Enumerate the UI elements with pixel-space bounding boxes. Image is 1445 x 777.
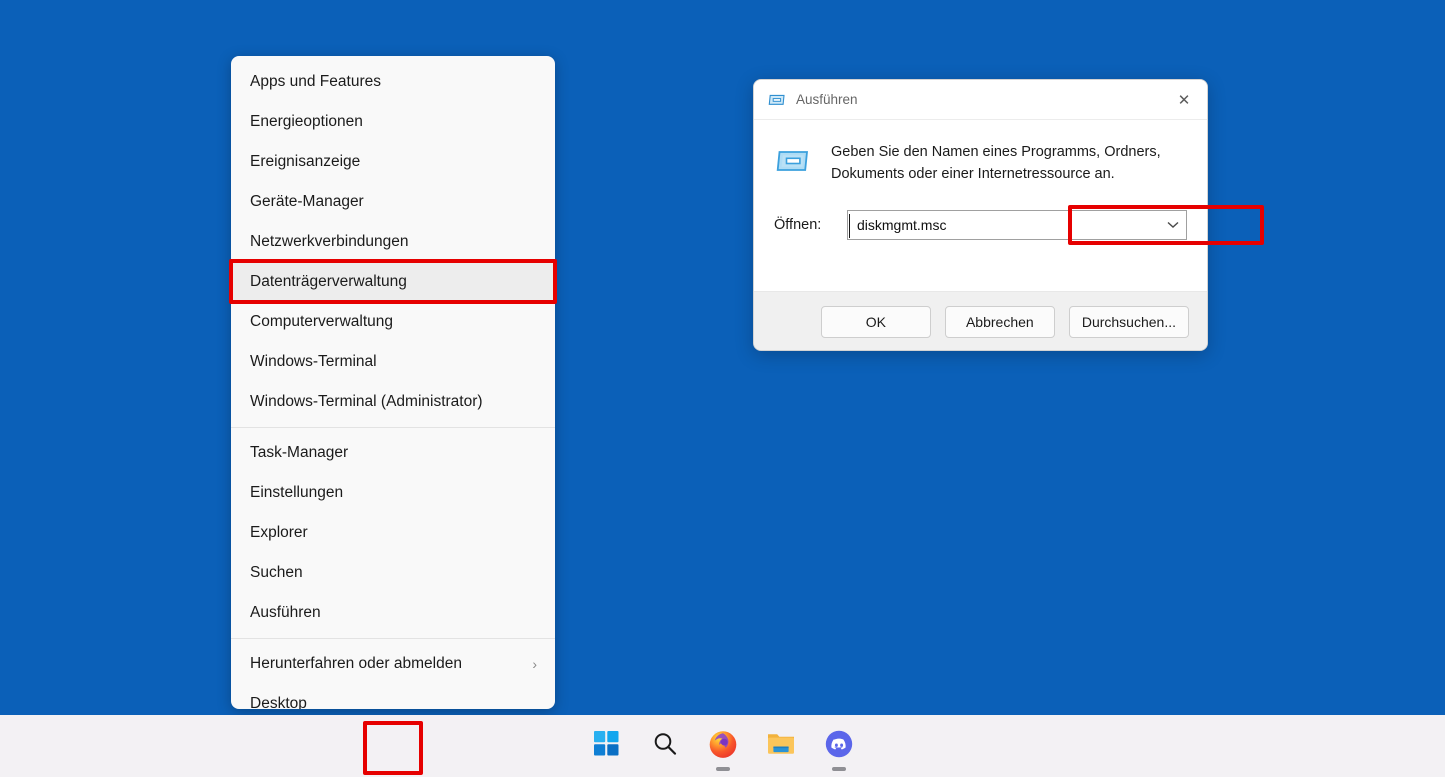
menu-item-ereignisanzeige[interactable]: Ereignisanzeige <box>231 142 555 182</box>
run-dialog-open-row: Öffnen: diskmgmt.msc <box>774 210 1187 241</box>
taskbar-discord-button[interactable] <box>815 724 863 771</box>
menu-item-label: Windows-Terminal <box>250 353 377 370</box>
menu-item-label: Windows-Terminal (Administrator) <box>250 393 483 410</box>
menu-item-label: Einstellungen <box>250 484 344 501</box>
menu-item-label: Ereignisanzeige <box>250 153 361 170</box>
taskbar-file-explorer-button[interactable] <box>757 724 805 768</box>
taskbar-icon-group <box>583 724 863 771</box>
menu-item-energieoptionen[interactable]: Energieoptionen <box>231 102 555 142</box>
menu-item-label: Task-Manager <box>250 444 349 461</box>
menu-separator <box>231 638 555 639</box>
menu-item-label: Explorer <box>250 524 308 541</box>
taskbar-search-button[interactable] <box>641 724 689 768</box>
menu-item-label: Energieoptionen <box>250 113 363 130</box>
cancel-button[interactable]: Abbrechen <box>944 305 1055 338</box>
menu-item-desktop[interactable]: Desktop <box>231 684 555 709</box>
run-command-combobox[interactable]: diskmgmt.msc <box>847 210 1187 241</box>
menu-item-herunterfahren-oder-abmelden[interactable]: Herunterfahren oder abmelden › <box>231 644 555 684</box>
taskbar-firefox-button[interactable] <box>699 724 747 771</box>
run-dialog-description-row: Geben Sie den Namen eines Programms, Ord… <box>774 139 1187 185</box>
taskbar-start-button[interactable] <box>583 724 631 768</box>
open-label: Öffnen: <box>774 217 822 234</box>
run-dialog-footer: OK Abbrechen Durchsuchen... <box>754 291 1207 350</box>
menu-item-computerverwaltung[interactable]: Computerverwaltung <box>231 302 555 342</box>
firefox-icon <box>708 729 738 764</box>
winx-context-menu: Apps und Features Energieoptionen Ereign… <box>231 56 555 709</box>
menu-item-apps-und-features[interactable]: Apps und Features <box>231 62 555 102</box>
menu-item-task-manager[interactable]: Task-Manager <box>231 433 555 473</box>
run-dialog-titlebar: Ausführen ✕ <box>754 80 1207 120</box>
menu-item-ausfuehren[interactable]: Ausführen <box>231 593 555 633</box>
text-caret <box>849 214 850 239</box>
menu-item-label: Herunterfahren oder abmelden <box>250 655 462 672</box>
close-icon[interactable]: ✕ <box>1161 80 1207 119</box>
desktop-background <box>0 0 1445 715</box>
folder-icon <box>766 730 796 763</box>
discord-icon <box>825 730 853 763</box>
menu-item-datentraegerverwaltung[interactable]: Datenträgerverwaltung <box>231 262 555 302</box>
run-command-input[interactable]: diskmgmt.msc <box>848 217 1160 233</box>
run-dialog-description: Geben Sie den Namen eines Programms, Ord… <box>831 144 1161 183</box>
chevron-right-icon: › <box>532 656 537 672</box>
menu-item-label: Ausführen <box>250 604 321 621</box>
run-dialog-body: Geben Sie den Namen eines Programms, Ord… <box>754 120 1207 291</box>
menu-item-label: Apps und Features <box>250 73 381 90</box>
run-dialog-title: Ausführen <box>796 92 858 107</box>
ok-button[interactable]: OK <box>820 305 931 338</box>
running-indicator <box>831 767 846 771</box>
menu-item-label: Netzwerkverbindungen <box>250 233 409 250</box>
menu-item-windows-terminal[interactable]: Windows-Terminal <box>231 342 555 382</box>
menu-item-windows-terminal-administrator[interactable]: Windows-Terminal (Administrator) <box>231 382 555 422</box>
menu-item-geraete-manager[interactable]: Geräte-Manager <box>231 182 555 222</box>
menu-item-label: Suchen <box>250 564 303 581</box>
menu-item-explorer[interactable]: Explorer <box>231 513 555 553</box>
browse-button[interactable]: Durchsuchen... <box>1068 305 1189 338</box>
menu-item-netzwerkverbindungen[interactable]: Netzwerkverbindungen <box>231 222 555 262</box>
menu-item-label: Computerverwaltung <box>250 313 394 330</box>
search-icon <box>652 731 678 762</box>
menu-item-einstellungen[interactable]: Einstellungen <box>231 473 555 513</box>
running-indicator <box>715 767 730 771</box>
run-program-icon <box>775 143 811 179</box>
run-dialog: Ausführen ✕ Geben Sie den Namen eines Pr… <box>753 79 1208 351</box>
run-window-icon <box>768 91 786 109</box>
windows-logo-icon <box>594 731 619 761</box>
menu-separator <box>231 427 555 428</box>
taskbar <box>0 715 1445 777</box>
menu-item-label: Datenträgerverwaltung <box>250 273 407 290</box>
menu-item-label: Geräte-Manager <box>250 193 364 210</box>
chevron-down-icon[interactable] <box>1160 221 1186 229</box>
menu-item-suchen[interactable]: Suchen <box>231 553 555 593</box>
menu-item-label: Desktop <box>250 695 307 709</box>
